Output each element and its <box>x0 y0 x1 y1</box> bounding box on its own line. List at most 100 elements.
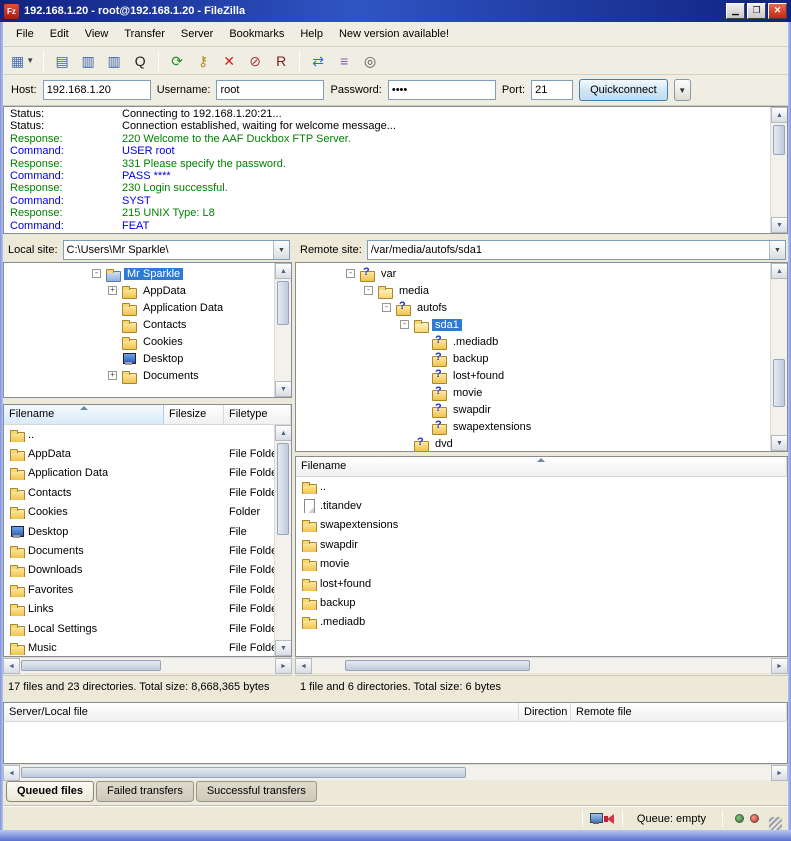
combo-dropdown-icon[interactable]: ▼ <box>273 241 289 259</box>
remote-tree-item-autofs[interactable]: - autofs <box>296 299 770 316</box>
reconnect-button[interactable]: R <box>269 49 293 73</box>
local-tree-item-mr-sparkle[interactable]: - Mr Sparkle <box>4 265 274 282</box>
remote-site-combo[interactable]: ▼ <box>367 240 786 260</box>
local-tree-item-appdata[interactable]: + AppData <box>4 282 274 299</box>
menu-item-file[interactable]: File <box>9 25 41 43</box>
column-header-server-local-file[interactable]: Server/Local file <box>4 703 519 721</box>
transfer-queue-list[interactable] <box>3 722 788 764</box>
scroll-thumb[interactable] <box>773 125 785 155</box>
menu-item-new-version-available[interactable]: New version available! <box>332 25 456 43</box>
column-header-direction[interactable]: Direction <box>519 703 571 721</box>
resize-grip[interactable] <box>769 817 782 830</box>
directory-comparison-button[interactable]: ≡ <box>332 49 356 73</box>
scroll-left-icon[interactable]: ◄ <box>295 658 312 674</box>
remote-tree-item-mediadb[interactable]: .mediadb <box>296 333 770 350</box>
speaker-icon[interactable] <box>603 813 616 825</box>
remote-file-row-swapdir[interactable]: swapdir <box>296 535 787 554</box>
local-file-row-documents[interactable]: Documents File Folder <box>4 541 274 560</box>
tree-expander[interactable]: + <box>108 286 117 295</box>
local-file-row-application-data[interactable]: Application Data File Folder <box>4 464 274 483</box>
scroll-left-icon[interactable]: ◄ <box>3 765 20 781</box>
local-tree-item-documents[interactable]: + Documents <box>4 367 274 384</box>
local-horizontal-scrollbar[interactable]: ◄ ► <box>3 657 292 673</box>
remote-tree-item-dvd[interactable]: dvd <box>296 435 770 451</box>
menu-item-help[interactable]: Help <box>293 25 330 43</box>
column-header-filesize[interactable]: Filesize <box>164 405 224 424</box>
local-file-row-cookies[interactable]: Cookies Folder <box>4 503 274 522</box>
minimize-button[interactable]: ▁ <box>726 3 745 19</box>
remote-horizontal-scrollbar[interactable]: ◄ ► <box>295 657 788 673</box>
tab-failed-transfers[interactable]: Failed transfers <box>96 781 194 802</box>
local-list-scrollbar[interactable]: ▲ ▼ <box>274 425 291 656</box>
toggle-message-log-button[interactable]: ▤ <box>50 49 74 73</box>
scroll-right-icon[interactable]: ► <box>275 658 292 674</box>
remote-tree-scrollbar[interactable]: ▲ ▼ <box>770 263 787 451</box>
site-manager-button[interactable]: ▦ ▼ <box>8 49 37 73</box>
port-input[interactable] <box>531 80 573 100</box>
local-file-row-appdata[interactable]: AppData File Folder <box>4 444 274 463</box>
menu-item-transfer[interactable]: Transfer <box>117 25 172 43</box>
scroll-up-icon[interactable]: ▲ <box>771 263 788 279</box>
scroll-thumb[interactable] <box>277 443 289 535</box>
local-tree-item-application-data[interactable]: Application Data <box>4 299 274 316</box>
username-input[interactable] <box>216 80 324 100</box>
scroll-thumb[interactable] <box>277 281 289 325</box>
maximize-button[interactable]: ❐ <box>747 3 766 19</box>
close-button[interactable]: ✕ <box>768 3 787 19</box>
remote-tree-item-media[interactable]: - media <box>296 282 770 299</box>
remote-file-row-mediadb[interactable]: .mediadb <box>296 613 787 632</box>
password-input[interactable] <box>388 80 496 100</box>
tree-expander[interactable]: - <box>382 303 391 312</box>
local-site-combo[interactable]: ▼ <box>63 240 290 260</box>
tree-expander[interactable]: - <box>400 320 409 329</box>
remote-tree-item-sda1[interactable]: - sda1 <box>296 316 770 333</box>
title-bar[interactable]: Fz 192.168.1.20 - root@192.168.1.20 - Fi… <box>0 0 791 22</box>
tab-successful-transfers[interactable]: Successful transfers <box>196 781 317 802</box>
quickconnect-dropdown-button[interactable]: ▼ <box>674 79 691 101</box>
local-file-row-music[interactable]: Music File Folder <box>4 638 274 656</box>
local-file-row-links[interactable]: Links File Folder <box>4 600 274 619</box>
scroll-up-icon[interactable]: ▲ <box>275 263 292 279</box>
queue-horizontal-scrollbar[interactable]: ◄ ► <box>3 764 788 780</box>
scroll-right-icon[interactable]: ► <box>771 765 788 781</box>
tree-expander[interactable]: + <box>108 371 117 380</box>
local-tree-scrollbar[interactable]: ▲ ▼ <box>274 263 291 397</box>
remote-file-row-swapextensions[interactable]: swapextensions <box>296 516 787 535</box>
scroll-down-icon[interactable]: ▼ <box>275 640 292 656</box>
process-queue-button[interactable]: ⚷ <box>191 49 215 73</box>
scroll-thumb[interactable] <box>21 660 161 671</box>
remote-tree-item-backup[interactable]: backup <box>296 350 770 367</box>
combo-dropdown-icon[interactable]: ▼ <box>769 241 785 259</box>
remote-file-row-lost-found[interactable]: lost+found <box>296 574 787 593</box>
local-tree-item-contacts[interactable]: Contacts <box>4 316 274 333</box>
host-input[interactable] <box>43 80 151 100</box>
remote-tree-item-movie[interactable]: movie <box>296 384 770 401</box>
cancel-button[interactable]: ✕ <box>217 49 241 73</box>
remote-file-row-titandev[interactable]: .titandev <box>296 496 787 515</box>
toggle-remote-tree-button[interactable]: ▥ <box>102 49 126 73</box>
remote-tree-item-swapdir[interactable]: swapdir <box>296 401 770 418</box>
dropdown-caret-icon[interactable]: ▼ <box>26 56 34 65</box>
column-header-remote-file[interactable]: Remote file <box>571 703 787 721</box>
synchronized-browsing-button[interactable]: ⇄ <box>306 49 330 73</box>
log-vertical-scrollbar[interactable]: ▲ ▼ <box>770 107 787 233</box>
scroll-up-icon[interactable]: ▲ <box>275 425 292 441</box>
remote-tree-item-swapextensions[interactable]: swapextensions <box>296 418 770 435</box>
remote-path-input[interactable] <box>368 241 769 259</box>
local-file-row-[interactable]: .. <box>4 425 274 444</box>
disconnect-button[interactable]: ⊘ <box>243 49 267 73</box>
remote-tree-item-var[interactable]: - var <box>296 265 770 282</box>
remote-file-row-backup[interactable]: backup <box>296 593 787 612</box>
remote-tree-item-lost-found[interactable]: lost+found <box>296 367 770 384</box>
local-file-row-contacts[interactable]: Contacts File Folder <box>4 483 274 502</box>
menu-item-bookmarks[interactable]: Bookmarks <box>222 25 291 43</box>
scroll-down-icon[interactable]: ▼ <box>275 381 292 397</box>
local-file-row-favorites[interactable]: Favorites File Folder <box>4 580 274 599</box>
tree-expander[interactable]: - <box>92 269 101 278</box>
toggle-local-tree-button[interactable]: ▥ <box>76 49 100 73</box>
local-file-row-downloads[interactable]: Downloads File Folder <box>4 561 274 580</box>
local-path-input[interactable] <box>64 241 273 259</box>
quickconnect-button[interactable]: Quickconnect <box>579 79 668 101</box>
menu-item-edit[interactable]: Edit <box>43 25 76 43</box>
scroll-down-icon[interactable]: ▼ <box>771 217 788 233</box>
